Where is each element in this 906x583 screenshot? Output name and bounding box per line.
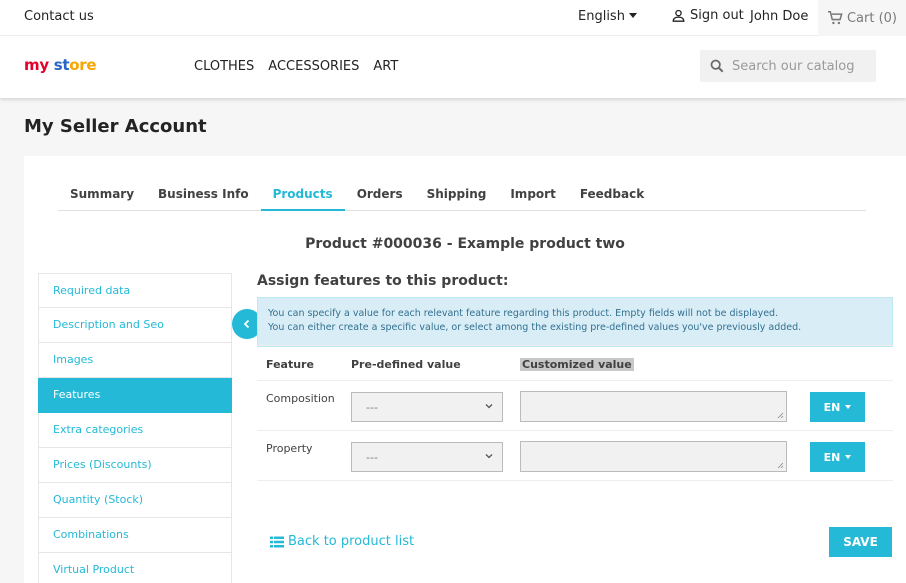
predefined-value-select[interactable]: ---	[351, 442, 503, 472]
cart-button[interactable]: Cart (0)	[818, 0, 906, 36]
customized-value-textarea[interactable]	[520, 441, 787, 472]
feature-name: Composition	[266, 392, 335, 405]
table-row: Property --- EN	[257, 431, 893, 481]
features-table: Feature Pre-defined value Customized val…	[257, 345, 893, 481]
chevron-down-icon	[485, 404, 493, 409]
tab-summary[interactable]: Summary	[58, 178, 146, 211]
predefined-value-selected: ---	[366, 401, 378, 414]
back-to-product-list-link[interactable]: Back to product list	[270, 534, 414, 549]
resize-handle-icon[interactable]	[777, 462, 784, 469]
main-nav: CLOTHES ACCESSORIES ART	[194, 59, 398, 74]
feature-name: Property	[266, 442, 313, 455]
logo-text-part1: my	[24, 56, 54, 74]
language-selector[interactable]: English	[578, 9, 637, 24]
language-dropdown-button[interactable]: EN	[810, 392, 865, 422]
nav-clothes[interactable]: CLOTHES	[194, 59, 254, 74]
info-line-1: You can specify a value for each relevan…	[268, 308, 779, 319]
product-heading: Product #000036 - Example product two	[305, 236, 625, 252]
tab-orders[interactable]: Orders	[345, 178, 415, 211]
seller-account-card: Summary Business Info Products Orders Sh…	[24, 156, 906, 583]
logo-text-part2: st	[53, 56, 70, 74]
cart-icon	[827, 11, 843, 25]
sidebar-item-features[interactable]: Features	[38, 378, 232, 413]
tab-import[interactable]: Import	[498, 178, 567, 211]
tab-feedback[interactable]: Feedback	[568, 178, 656, 211]
back-link-label: Back to product list	[288, 534, 415, 549]
account-tabs: Summary Business Info Products Orders Sh…	[58, 178, 866, 211]
sidebar-item-images[interactable]: Images	[38, 343, 232, 378]
table-row: Composition --- EN	[257, 381, 893, 431]
column-predefined-value: Pre-defined value	[351, 358, 461, 371]
search-input[interactable]	[732, 58, 872, 74]
search-icon[interactable]	[710, 59, 724, 73]
sidebar-item-combinations[interactable]: Combinations	[38, 518, 232, 553]
language-label: English	[578, 9, 625, 24]
nav-accessories[interactable]: ACCESSORIES	[268, 59, 359, 74]
store-logo[interactable]: my store	[24, 56, 97, 74]
site-header: my store CLOTHES ACCESSORIES ART	[0, 36, 906, 98]
features-section-title: Assign features to this product:	[257, 273, 509, 289]
predefined-value-select[interactable]: ---	[351, 392, 503, 422]
language-code: EN	[823, 400, 841, 414]
chevron-left-icon	[243, 319, 250, 329]
info-line-2: You can either create a specific value, …	[268, 322, 802, 333]
save-button[interactable]: SAVE	[829, 527, 892, 557]
sidebar-item-virtual-product[interactable]: Virtual Product	[38, 553, 232, 583]
tab-business-info[interactable]: Business Info	[146, 178, 261, 211]
search-box	[700, 50, 876, 82]
page-title: My Seller Account	[24, 116, 207, 137]
account-name-link[interactable]: John Doe	[750, 9, 808, 24]
sidebar-item-prices[interactable]: Prices (Discounts)	[38, 448, 232, 483]
features-info-alert: You can specify a value for each relevan…	[257, 297, 893, 347]
sign-out-label: Sign out	[690, 8, 744, 23]
predefined-value-selected: ---	[366, 451, 378, 464]
nav-art[interactable]: ART	[373, 59, 398, 74]
features-table-header: Feature Pre-defined value Customized val…	[257, 345, 893, 381]
column-customized-value: Customized value	[520, 358, 634, 371]
caret-down-icon	[628, 13, 637, 18]
top-bar: Contact us English Sign out John Doe Car…	[0, 0, 906, 36]
cart-label: Cart (0)	[846, 10, 898, 26]
logo-text-part3: ore	[69, 56, 97, 74]
sidebar-item-description-seo[interactable]: Description and Seo	[38, 308, 232, 343]
customized-value-textarea[interactable]	[520, 391, 787, 422]
language-dropdown-button[interactable]: EN	[810, 442, 865, 472]
caret-down-icon	[845, 455, 852, 459]
resize-handle-icon[interactable]	[777, 412, 784, 419]
chevron-down-icon	[485, 454, 493, 459]
tab-products[interactable]: Products	[260, 178, 345, 211]
features-panel: Assign features to this product: You can…	[257, 273, 893, 557]
column-feature: Feature	[266, 358, 314, 371]
sidebar-item-required-data[interactable]: Required data	[38, 273, 232, 308]
user-icon	[672, 9, 685, 22]
product-sidebar: Required data Description and Seo Images…	[38, 273, 232, 583]
sidebar-item-quantity[interactable]: Quantity (Stock)	[38, 483, 232, 518]
language-code: EN	[823, 450, 841, 464]
sidebar-item-extra-categories[interactable]: Extra categories	[38, 413, 232, 448]
contact-us-link[interactable]: Contact us	[24, 9, 94, 24]
caret-down-icon	[845, 405, 852, 409]
list-icon	[270, 536, 284, 547]
tab-shipping[interactable]: Shipping	[415, 178, 499, 211]
sign-out-link[interactable]: Sign out	[672, 8, 744, 23]
